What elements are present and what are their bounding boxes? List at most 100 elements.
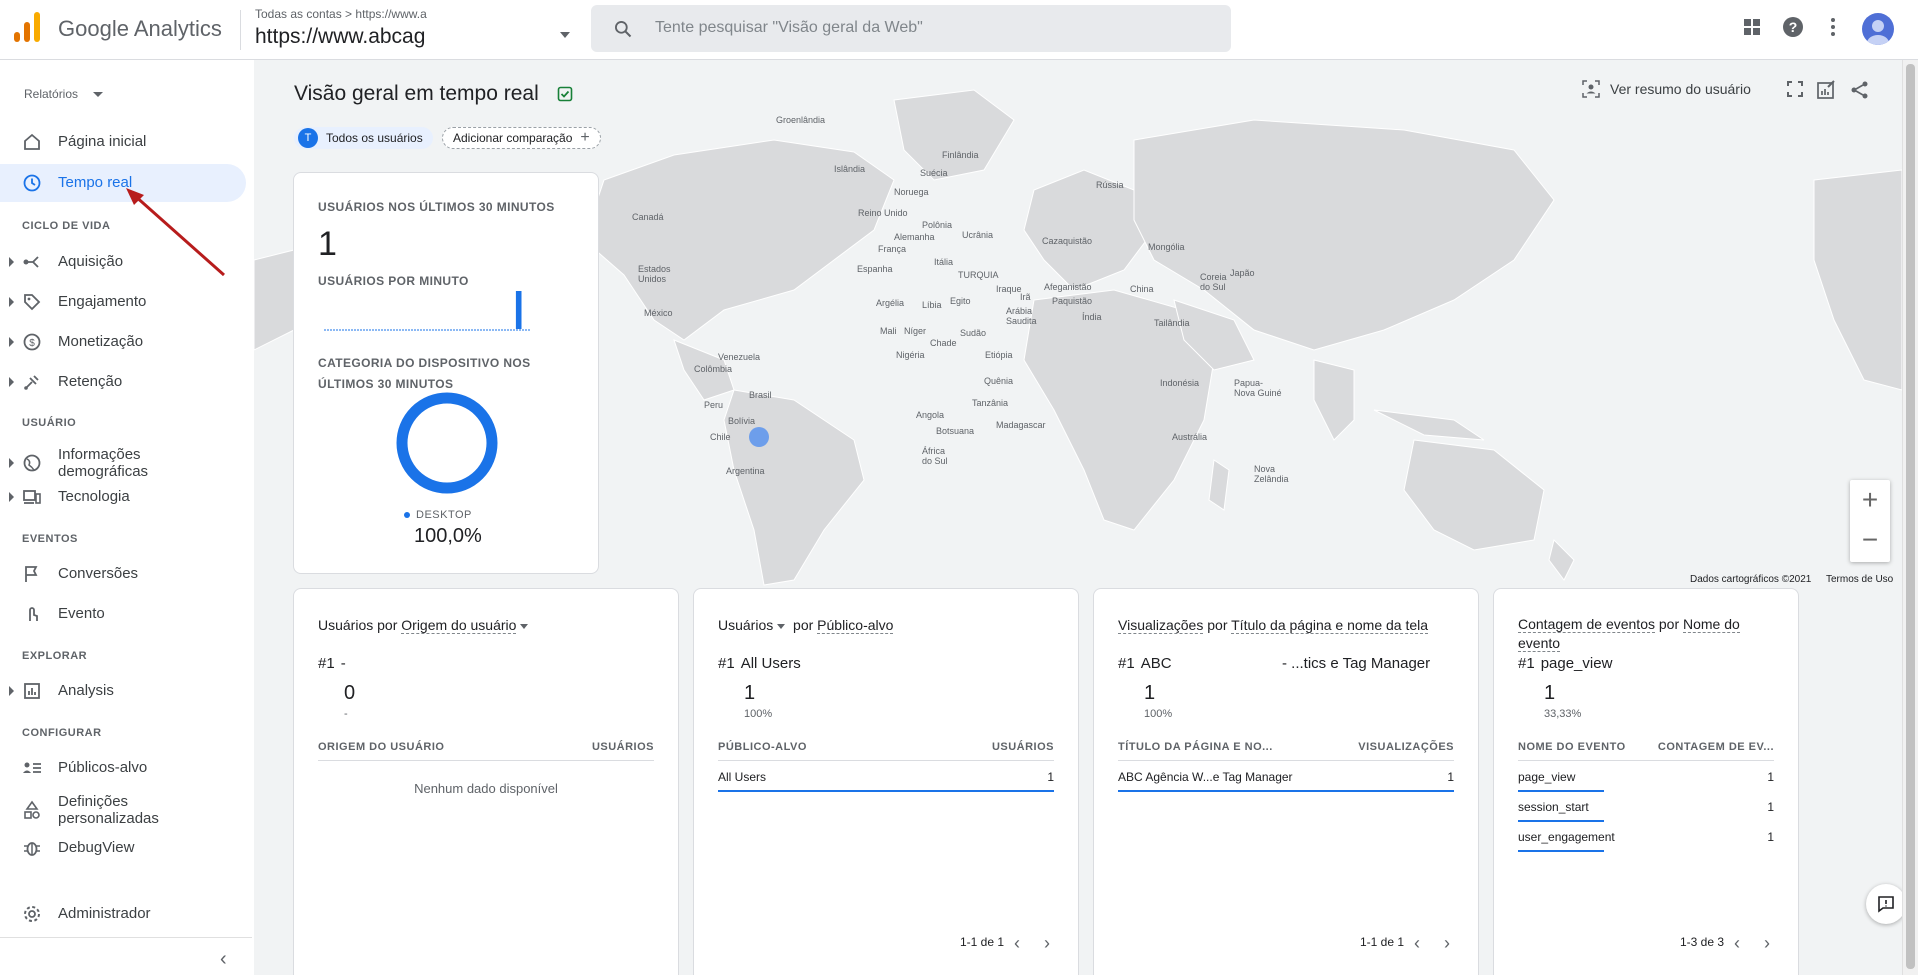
users-per-minute-chart[interactable] [324, 291, 564, 336]
verified-check-icon[interactable] [557, 86, 573, 102]
empty-state: Nenhum dado disponível [414, 781, 558, 796]
sidebar-item-home[interactable]: Página inicial [0, 123, 246, 161]
sidebar-item-monetization[interactable]: $ Monetização [0, 323, 246, 361]
top-item-value: 1 [744, 682, 756, 704]
pagination-label: 1-1 de 1 [1360, 935, 1405, 949]
card-title-text: por [793, 617, 814, 633]
column-header[interactable]: VISUALIZAÇÕES [1358, 741, 1454, 753]
prev-page-chevron-icon[interactable]: ‹ [1014, 933, 1020, 954]
apps-grid-icon[interactable] [1741, 16, 1763, 38]
legend-swatch [404, 512, 410, 519]
column-header[interactable]: NOME DO EVENTO [1518, 741, 1626, 753]
sidebar-item-admin[interactable]: Administrador [0, 895, 246, 933]
page-title: Visão geral em tempo real [294, 82, 539, 105]
card-title-text: por [1658, 616, 1680, 632]
map-label: Argélia [876, 298, 905, 308]
next-page-chevron-icon[interactable]: › [1444, 933, 1450, 954]
next-page-chevron-icon[interactable]: › [1044, 933, 1050, 954]
top-item: #1 All Users [718, 655, 801, 672]
metric-selector[interactable]: Usuários [718, 617, 773, 633]
donut-slice[interactable] [396, 392, 498, 494]
sidebar-item-label: Monetização [58, 333, 144, 350]
fullscreen-icon[interactable] [1786, 80, 1804, 98]
map-terms-link[interactable]: Termos de Uso [1826, 574, 1893, 585]
map-label: Japão [1230, 268, 1255, 278]
sidebar-item-custom-definitions[interactable]: Definições personalizadas [0, 787, 246, 833]
table-row[interactable]: ABC Agência W...e Tag Manager 1 [1118, 762, 1454, 792]
sidebar-item-retention[interactable]: Retenção [0, 363, 246, 401]
sidebar-item-technology[interactable]: Tecnologia [0, 478, 246, 516]
table-row[interactable]: user_engagement 1 [1518, 822, 1774, 852]
add-comparison-button[interactable]: Adicionar comparação + [442, 127, 601, 149]
sidebar-item-label: Evento [58, 605, 105, 622]
map-label: Nigéria [896, 350, 925, 360]
view-user-snapshot-link[interactable]: Ver resumo do usuário [1610, 81, 1751, 97]
sidebar-item-label: Públicos-alvo [58, 759, 148, 776]
more-vert-icon[interactable] [1825, 16, 1841, 38]
sidebar-item-event[interactable]: Evento [0, 595, 246, 633]
table-row[interactable]: session_start 1 [1518, 792, 1774, 822]
map-label: Ucrânia [962, 230, 994, 240]
map-label: Iraque [996, 284, 1022, 294]
account-breadcrumb[interactable]: Todas as contas > https://www.a [255, 7, 435, 21]
column-header[interactable]: CONTAGEM DE EV... [1658, 741, 1774, 753]
map-label: Colômbia [694, 364, 733, 374]
map-label: Etiópia [985, 350, 1013, 360]
map-label: Líbia [922, 300, 942, 310]
map-label: Peru [704, 400, 724, 410]
metric-selector[interactable]: Visualizações [1118, 617, 1204, 634]
feedback-button[interactable] [1866, 884, 1902, 924]
chevron-down-icon[interactable] [93, 92, 103, 97]
table-row[interactable]: All Users 1 [718, 762, 1054, 792]
customize-report-icon[interactable] [1816, 80, 1836, 100]
chart-bar[interactable] [515, 291, 522, 329]
app-name[interactable]: Google Analytics [58, 16, 222, 42]
dimension-selector[interactable]: Título da página e nome da tela [1231, 617, 1429, 634]
search-bar[interactable]: Tente pesquisar "Visão geral da Web" [591, 5, 1231, 52]
column-header[interactable]: ORIGEM DO USUÁRIO [318, 741, 444, 753]
chevron-down-icon[interactable] [777, 623, 786, 629]
column-header[interactable]: USUÁRIOS [992, 741, 1054, 753]
map-label: Quênia [984, 376, 1014, 386]
sidebar-item-conversions[interactable]: Conversões [0, 555, 246, 593]
next-page-chevron-icon[interactable]: › [1764, 933, 1770, 954]
comparison-chip-all-users[interactable]: T Todos os usuários [294, 127, 433, 149]
share-icon[interactable] [1850, 80, 1870, 100]
collapse-nav-chevron-icon[interactable]: ‹ [220, 948, 227, 971]
row-label: ABC Agência W...e Tag Manager [1118, 770, 1293, 784]
column-header[interactable]: TÍTULO DA PÁGINA E NO... [1118, 741, 1273, 753]
search-input[interactable]: Tente pesquisar "Visão geral da Web" [655, 19, 923, 37]
shapes-icon [24, 800, 40, 819]
dimension-selector[interactable]: Público-alvo [817, 617, 894, 634]
user-snapshot-icon[interactable] [1582, 80, 1600, 98]
card-title: Visualizações por Título da página e nom… [1118, 615, 1458, 635]
map-label: França [878, 244, 907, 254]
property-selector[interactable]: https://www.abcag [255, 25, 435, 49]
column-header[interactable]: USUÁRIOS [592, 741, 654, 753]
scrollbar-thumb[interactable] [1906, 64, 1915, 969]
zoom-in-button[interactable]: + [1850, 480, 1890, 520]
svg-text:$: $ [29, 338, 35, 349]
help-icon[interactable]: ? [1782, 16, 1804, 38]
dimension-selector[interactable]: Origem do usuário [401, 617, 517, 634]
sidebar-item-debugview[interactable]: DebugView [0, 829, 246, 867]
chevron-down-icon[interactable] [520, 623, 529, 629]
column-header[interactable]: PÚBLICO-ALVO [718, 741, 807, 753]
account-avatar[interactable] [1862, 13, 1894, 45]
chevron-down-icon[interactable] [560, 32, 570, 38]
prev-page-chevron-icon[interactable]: ‹ [1734, 933, 1740, 954]
prev-page-chevron-icon[interactable]: ‹ [1414, 933, 1420, 954]
reports-selector[interactable]: Relatórios [24, 87, 78, 101]
row-share-bar [1118, 790, 1454, 792]
page-scrollbar[interactable] [1902, 60, 1918, 975]
sidebar-item-analysis[interactable]: Analysis [0, 672, 246, 710]
device-donut-chart[interactable] [395, 391, 499, 495]
google-analytics-logo-icon[interactable] [14, 12, 40, 42]
metric-selector[interactable]: Contagem de eventos [1518, 616, 1655, 633]
table-row[interactable]: page_view 1 [1518, 762, 1774, 792]
sidebar-item-audiences[interactable]: Públicos-alvo [0, 749, 246, 787]
active-user-location-marker[interactable] [749, 427, 769, 447]
sidebar-item-engagement[interactable]: Engajamento [0, 283, 246, 321]
card-event-count-by-name: Contagem de eventos por Nome do evento #… [1493, 588, 1799, 975]
zoom-out-button[interactable]: − [1850, 520, 1890, 560]
